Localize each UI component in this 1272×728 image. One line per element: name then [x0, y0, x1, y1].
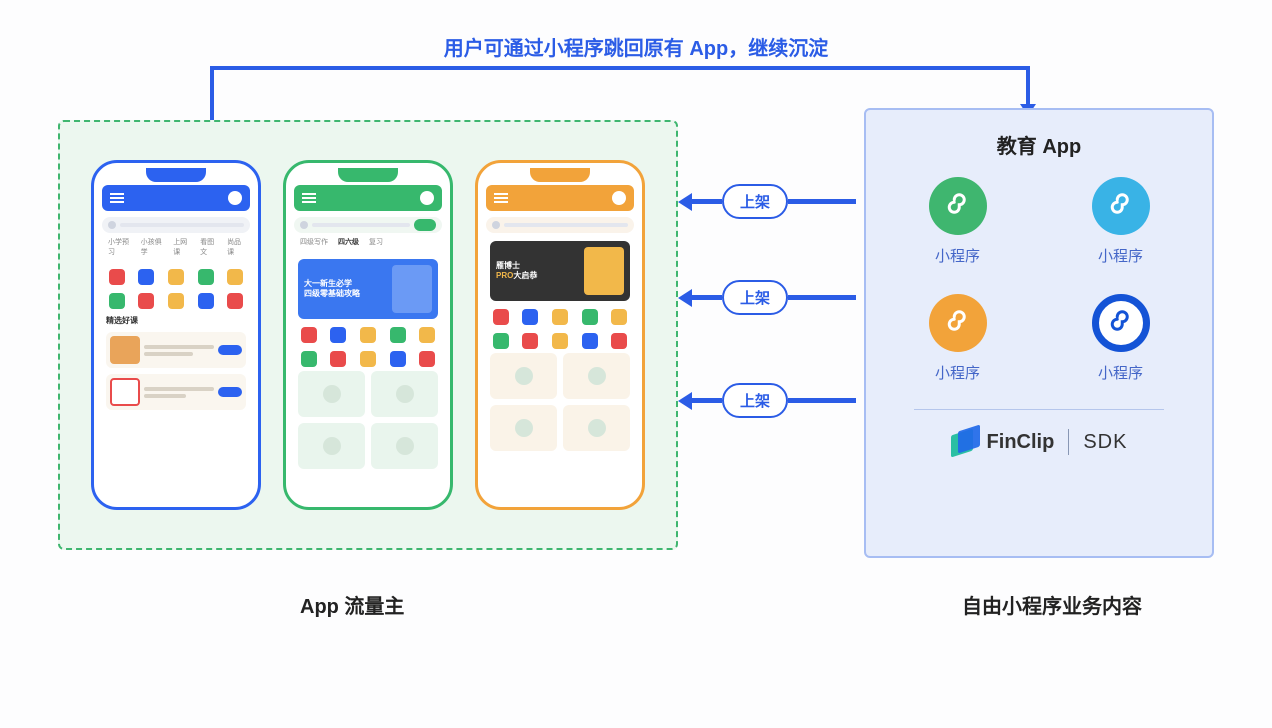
search-input: [294, 217, 442, 233]
section-head: 精选好课: [106, 315, 246, 326]
left-section-title: App 流量主: [300, 590, 404, 619]
search-input: [486, 217, 634, 233]
miniprogram-item: 小程序: [1069, 177, 1172, 266]
menu-icon: [302, 193, 316, 203]
course-card: [106, 374, 246, 410]
avatar-icon: [612, 191, 626, 205]
miniprogram-icon: [929, 177, 987, 235]
menu-icon: [110, 193, 124, 203]
publish-label: 上架: [722, 184, 788, 219]
finclip-cube-icon: [951, 428, 979, 456]
menu-icon: [494, 193, 508, 203]
phone-topbar: [102, 185, 250, 211]
publish-arrow: 上架: [678, 184, 856, 219]
education-app-panel: 教育 App 小程序 小程序 小程序 小程序: [864, 108, 1214, 558]
miniprogram-label: 小程序: [935, 245, 980, 266]
avatar-icon: [228, 191, 242, 205]
phone-tabrow: 四级写作四六级复习: [294, 233, 442, 251]
separator: [1068, 429, 1069, 455]
phone-topbar: [486, 185, 634, 211]
app-traffic-owner-panel: 小学预习 小孩俱学 上网课 看图文 尚品课 精选好课 四级写作四六级复习 大一新…: [58, 120, 678, 550]
course-card: [106, 332, 246, 368]
card-grid: [294, 367, 442, 473]
phone-topbar: [294, 185, 442, 211]
miniprogram-icon: [929, 294, 987, 352]
right-section-footer: 自由小程序业务内容: [962, 590, 1142, 619]
miniprogram-label: 小程序: [1098, 362, 1143, 383]
promo-banner: 大一新生必学四级零基础攻略: [298, 259, 438, 319]
miniprogram-label: 小程序: [935, 362, 980, 383]
divider: [914, 409, 1165, 410]
miniprogram-item: 小程序: [906, 294, 1009, 383]
miniprogram-icon: [1092, 294, 1150, 352]
publish-label: 上架: [722, 280, 788, 315]
sdk-row: FinClip SDK: [951, 428, 1128, 456]
miniprogram-item: 小程序: [906, 177, 1009, 266]
phone-mockup-green: 四级写作四六级复习 大一新生必学四级零基础攻略: [283, 160, 453, 510]
search-input: [102, 217, 250, 233]
publish-label: 上架: [722, 383, 788, 418]
avatar-icon: [420, 191, 434, 205]
sdk-label: SDK: [1083, 431, 1127, 454]
miniprogram-grid: 小程序 小程序 小程序 小程序: [886, 177, 1192, 383]
phone-mockup-blue: 小学预习 小孩俱学 上网课 看图文 尚品课 精选好课: [91, 160, 261, 510]
miniprogram-item: 小程序: [1069, 294, 1172, 383]
panel-title: 教育 App: [997, 130, 1081, 159]
flow-return-label: 用户可通过小程序跳回原有 App，继续沉淀: [444, 32, 828, 61]
publish-arrow: 上架: [678, 383, 856, 418]
finclip-text: FinClip: [987, 431, 1055, 454]
phone-mockup-orange: 雁博士 PRO大启恭: [475, 160, 645, 510]
miniprogram-icon: [1092, 177, 1150, 235]
finclip-logo: FinClip: [951, 428, 1055, 456]
promo-banner: 雁博士 PRO大启恭: [490, 241, 630, 301]
card-grid: [486, 349, 634, 455]
publish-arrow: 上架: [678, 280, 856, 315]
phone-tabrow: 小学预习 小孩俱学 上网课 看图文 尚品课: [102, 233, 250, 261]
miniprogram-label: 小程序: [1098, 245, 1143, 266]
